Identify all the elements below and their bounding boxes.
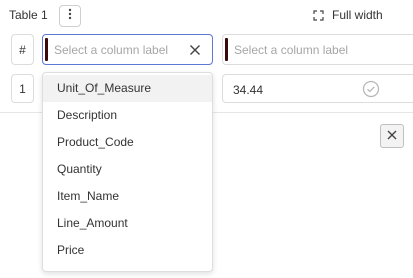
more-vertical-icon [68,7,72,25]
more-options-button[interactable] [59,5,81,27]
dropdown-option[interactable]: Unit_Of_Measure [43,75,212,102]
column-marker [45,38,48,61]
column-label-dropdown: Unit_Of_Measure Description Product_Code… [42,72,213,272]
column-marker [225,38,228,61]
column-label-select-2[interactable]: Select a column label [222,34,413,65]
full-width-label: Full width [332,8,383,22]
expand-icon [313,9,324,21]
close-icon [387,127,397,145]
dropdown-option[interactable]: Description [43,102,212,129]
close-icon[interactable] [189,43,201,61]
dropdown-option[interactable]: Price [43,237,212,264]
column-label-placeholder: Select a column label [54,43,169,57]
dropdown-option[interactable]: Line_Amount [43,210,212,237]
cell-value-input[interactable]: 34.44 [222,74,413,103]
row-number-header: # [11,34,34,65]
dropdown-option[interactable]: Product_Code [43,129,212,156]
full-width-toggle[interactable]: Full width [313,8,383,22]
dropdown-option[interactable]: Quantity [43,156,212,183]
row-number: 1 [11,74,34,103]
check-circle-icon [362,80,380,103]
close-panel-button[interactable] [380,124,404,148]
cell-value: 34.44 [233,83,264,97]
column-label-select[interactable]: Select a column label [42,34,213,65]
column-label-placeholder: Select a column label [234,43,349,57]
table-title: Table 1 [9,8,48,22]
dropdown-option[interactable]: Item_Name [43,183,212,210]
